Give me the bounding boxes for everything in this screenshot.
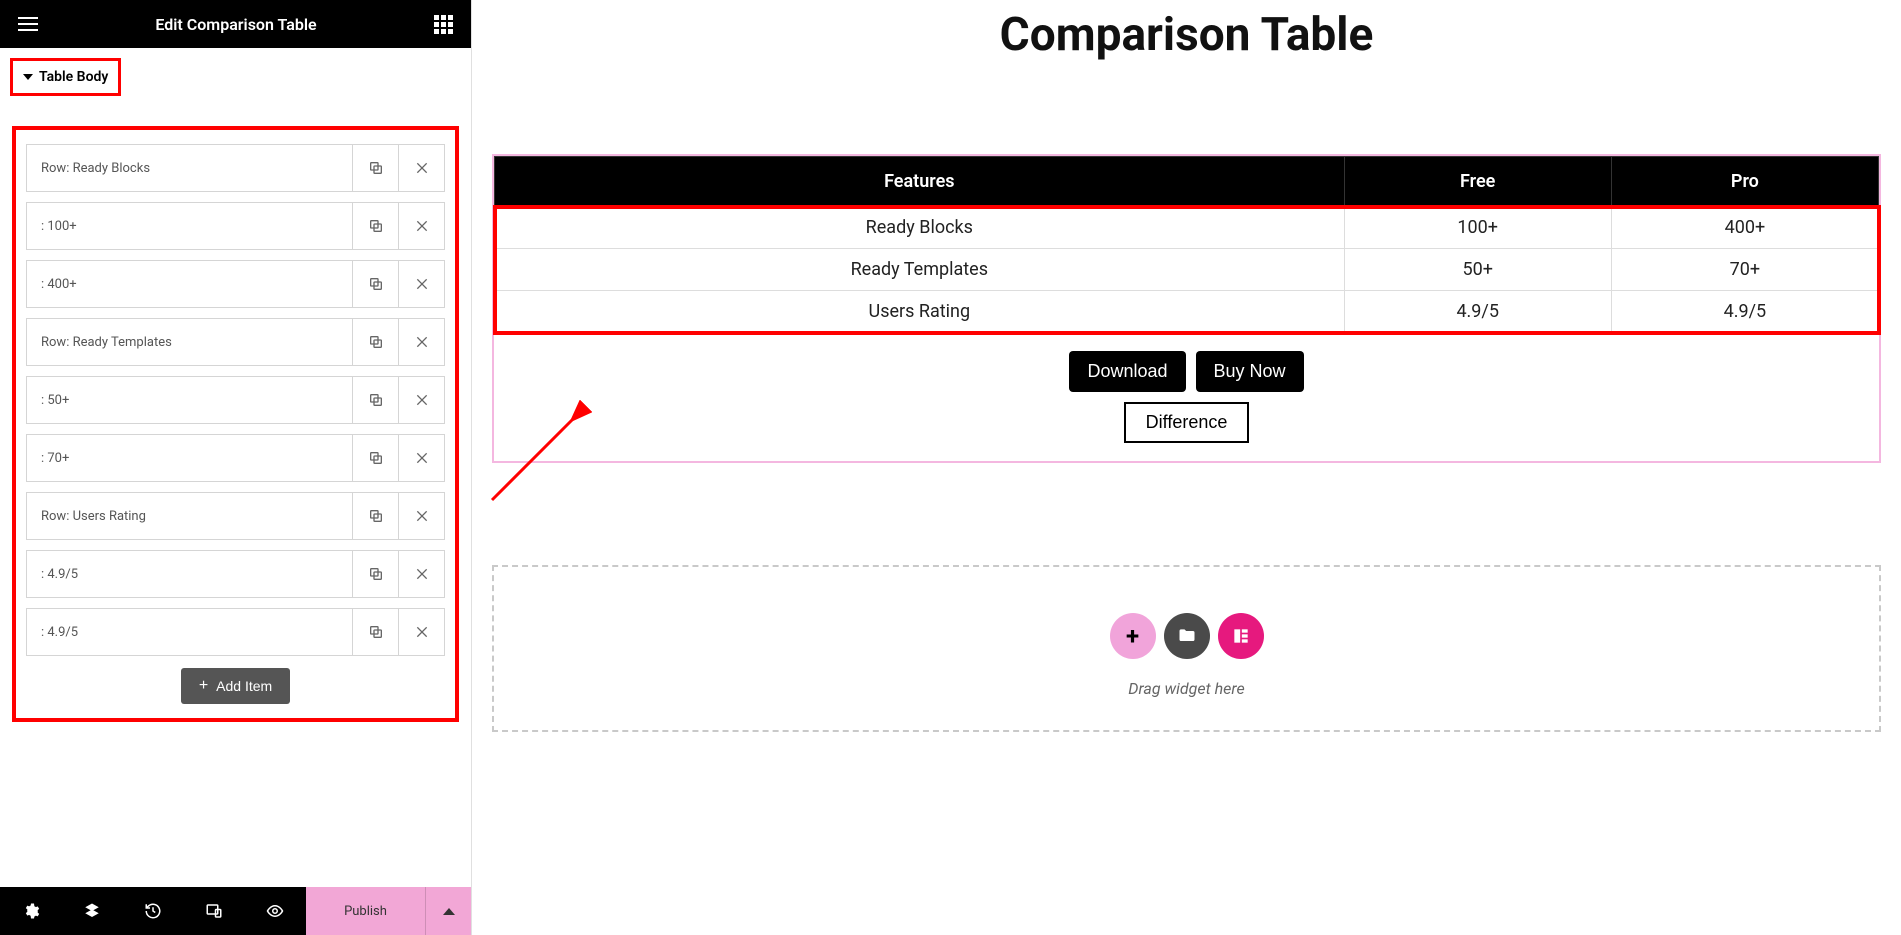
item-label: : 100+ <box>27 203 352 249</box>
publish-options-button[interactable] <box>425 887 471 935</box>
item-label: Row: Ready Blocks <box>27 145 352 191</box>
repeater-item[interactable]: : 400+ <box>26 260 445 308</box>
comparison-table-widget[interactable]: Features Free Pro Ready Blocks 100+ 400+… <box>492 154 1881 463</box>
repeater-item[interactable]: : 4.9/5 <box>26 550 445 598</box>
duplicate-icon[interactable] <box>352 203 398 249</box>
item-label: : 400+ <box>27 261 352 307</box>
chevron-down-icon <box>23 74 33 80</box>
remove-icon[interactable] <box>398 261 444 307</box>
remove-icon[interactable] <box>398 377 444 423</box>
duplicate-icon[interactable] <box>352 609 398 655</box>
table-cell: Ready Templates <box>495 249 1345 291</box>
navigator-icon[interactable] <box>61 887 122 935</box>
comparison-table: Features Free Pro Ready Blocks 100+ 400+… <box>494 156 1879 333</box>
folder-icon <box>1177 626 1197 646</box>
history-icon[interactable] <box>122 887 183 935</box>
chevron-up-icon <box>443 908 455 915</box>
repeater-item[interactable]: Row: Users Rating <box>26 492 445 540</box>
preview-icon[interactable] <box>245 887 306 935</box>
dropzone[interactable]: + Drag widget here <box>492 565 1881 732</box>
publish-button[interactable]: Publish <box>306 887 425 935</box>
item-label: : 4.9/5 <box>27 609 352 655</box>
repeater-item[interactable]: : 70+ <box>26 434 445 482</box>
sidebar-header: Edit Comparison Table <box>0 0 471 48</box>
menu-icon[interactable] <box>18 17 38 31</box>
item-label: : 70+ <box>27 435 352 481</box>
duplicate-icon[interactable] <box>352 377 398 423</box>
plus-icon: + <box>1126 622 1139 650</box>
table-header: Free <box>1344 157 1611 207</box>
table-row: Ready Templates 50+ 70+ <box>495 249 1879 291</box>
item-label: Row: Users Rating <box>27 493 352 539</box>
elementskit-button[interactable] <box>1218 613 1264 659</box>
remove-icon[interactable] <box>398 435 444 481</box>
repeater-item[interactable]: Row: Ready Templates <box>26 318 445 366</box>
preview-canvas: Comparison Table Features Free Pro <box>472 0 1901 935</box>
difference-button[interactable]: Difference <box>1124 402 1250 443</box>
widgets-grid-icon[interactable] <box>434 15 453 34</box>
template-library-button[interactable] <box>1164 613 1210 659</box>
table-cell: 100+ <box>1344 207 1611 249</box>
plus-icon: + <box>199 678 208 694</box>
item-label: : 50+ <box>27 377 352 423</box>
table-row: Users Rating 4.9/5 4.9/5 <box>495 291 1879 333</box>
table-cell: 400+ <box>1611 207 1878 249</box>
table-cell: 4.9/5 <box>1344 291 1611 333</box>
section-label: Table Body <box>39 69 108 85</box>
duplicate-icon[interactable] <box>352 435 398 481</box>
table-cell: 4.9/5 <box>1611 291 1878 333</box>
editor-sidebar: Edit Comparison Table Table Body Row: Re… <box>0 0 472 935</box>
duplicate-icon[interactable] <box>352 319 398 365</box>
add-item-button[interactable]: + Add Item <box>181 668 290 704</box>
elementskit-icon <box>1231 626 1251 646</box>
table-cell: 70+ <box>1611 249 1878 291</box>
table-header: Pro <box>1611 157 1878 207</box>
duplicate-icon[interactable] <box>352 551 398 597</box>
items-repeater: Row: Ready Blocks : 100+ : 400+ Row: Rea… <box>12 126 459 722</box>
duplicate-icon[interactable] <box>352 145 398 191</box>
sidebar-title: Edit Comparison Table <box>155 15 316 34</box>
dropzone-text: Drag widget here <box>494 679 1879 698</box>
remove-icon[interactable] <box>398 493 444 539</box>
repeater-item[interactable]: : 50+ <box>26 376 445 424</box>
buy-now-button[interactable]: Buy Now <box>1196 351 1304 392</box>
table-row: Ready Blocks 100+ 400+ <box>495 207 1879 249</box>
table-cell: Ready Blocks <box>495 207 1345 249</box>
table-cell: Users Rating <box>495 291 1345 333</box>
duplicate-icon[interactable] <box>352 493 398 539</box>
repeater-item[interactable]: Row: Ready Blocks <box>26 144 445 192</box>
remove-icon[interactable] <box>398 319 444 365</box>
remove-icon[interactable] <box>398 609 444 655</box>
download-button[interactable]: Download <box>1069 351 1185 392</box>
remove-icon[interactable] <box>398 203 444 249</box>
repeater-item[interactable]: : 4.9/5 <box>26 608 445 656</box>
remove-icon[interactable] <box>398 551 444 597</box>
remove-icon[interactable] <box>398 145 444 191</box>
item-label: Row: Ready Templates <box>27 319 352 365</box>
add-section-button[interactable]: + <box>1110 613 1156 659</box>
page-title: Comparison Table <box>492 8 1881 62</box>
table-cell: 50+ <box>1344 249 1611 291</box>
repeater-item[interactable]: : 100+ <box>26 202 445 250</box>
settings-icon[interactable] <box>0 887 61 935</box>
duplicate-icon[interactable] <box>352 261 398 307</box>
item-label: : 4.9/5 <box>27 551 352 597</box>
add-item-label: Add Item <box>216 678 272 694</box>
sidebar-footer: Publish <box>0 887 471 935</box>
table-header: Features <box>495 157 1345 207</box>
section-table-body[interactable]: Table Body <box>10 58 121 96</box>
responsive-icon[interactable] <box>184 887 245 935</box>
